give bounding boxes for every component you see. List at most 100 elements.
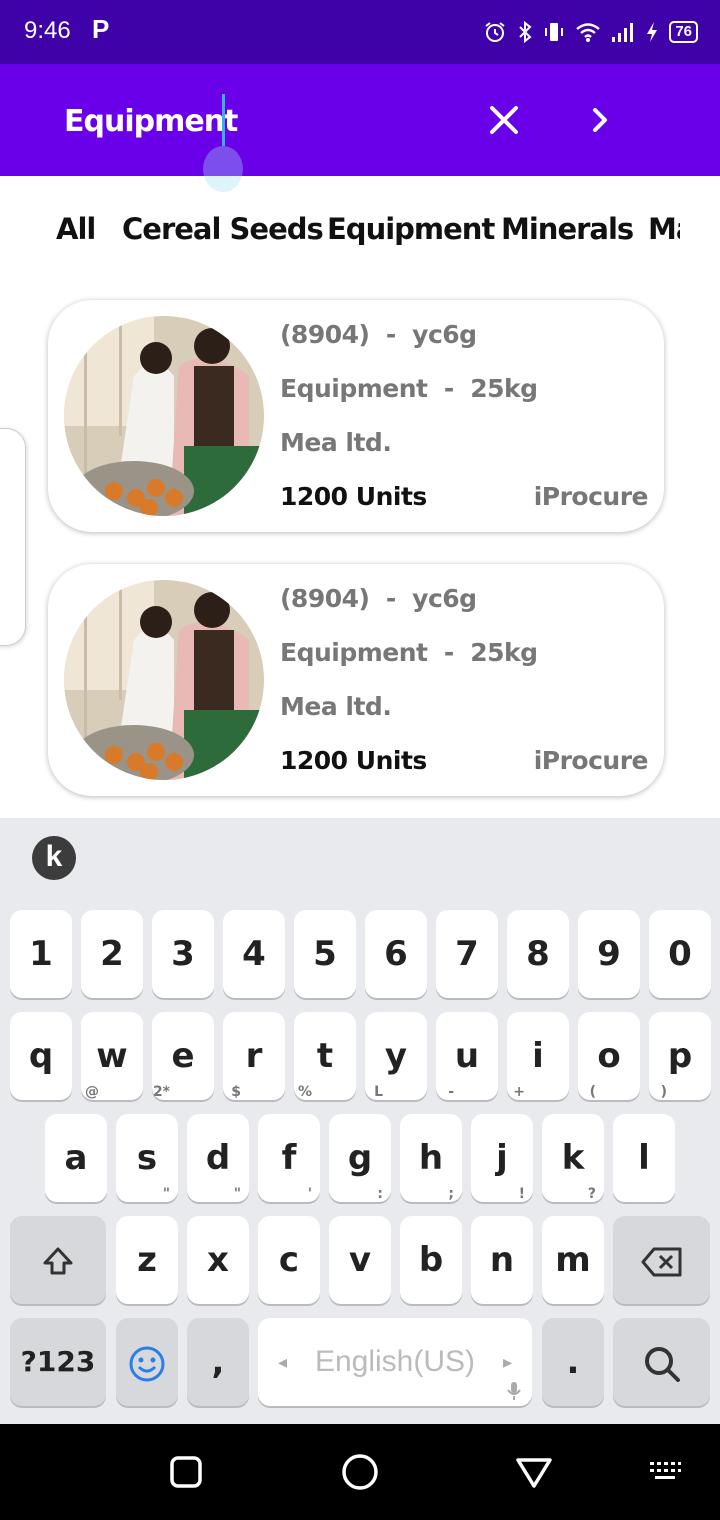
bluetooth-icon <box>519 20 532 44</box>
close-icon[interactable] <box>482 98 526 142</box>
period-key[interactable]: . <box>542 1318 604 1406</box>
product-code: (8904) <box>280 320 370 349</box>
space-label: English(US) <box>314 1345 476 1378</box>
emoji-icon <box>129 1346 165 1381</box>
key-label: a <box>64 1138 88 1178</box>
product-card[interactable]: (8904) - yc6g Equipment - 25kg Mea ltd. … <box>48 300 664 532</box>
key-label: b <box>418 1240 444 1280</box>
key-hint: L <box>374 1084 383 1100</box>
product-company: Mea ltd. <box>280 692 392 721</box>
key-8[interactable]: 8 <box>507 910 569 998</box>
key-label: s <box>136 1138 158 1178</box>
separator: - <box>443 374 454 403</box>
key-label: k <box>561 1138 585 1178</box>
key-label: l <box>638 1138 650 1178</box>
charging-icon <box>647 22 658 42</box>
key-hint: @ <box>85 1084 99 1100</box>
emoji-key[interactable] <box>116 1318 178 1406</box>
status-bar: 9:46 P 76 <box>0 0 720 64</box>
product-source: iProcure <box>533 746 649 775</box>
product-company: Mea ltd. <box>280 428 392 457</box>
key-9[interactable]: 9 <box>578 910 640 998</box>
tab-minerals[interactable]: Minerals <box>501 212 634 246</box>
product-category-line: Equipment - 25kg <box>280 374 538 403</box>
key-a[interactable]: a @ <box>45 1084 107 1202</box>
key-l[interactable]: l) <box>613 1084 675 1202</box>
keyboard-switch-icon[interactable] <box>648 1460 682 1484</box>
key-label: n <box>489 1240 515 1280</box>
symbols-key[interactable]: ?123 <box>10 1318 106 1406</box>
key-label: j <box>496 1138 508 1178</box>
search-key[interactable] <box>613 1318 710 1406</box>
key-5[interactable]: 5 <box>294 910 356 998</box>
key-label: v <box>348 1240 372 1280</box>
key-c[interactable]: c ' <box>258 1186 320 1304</box>
key-6[interactable]: 6 <box>365 910 427 998</box>
key-z[interactable]: z " <box>116 1186 178 1304</box>
key-p[interactable]: p <box>649 1012 711 1100</box>
product-source: iProcure <box>533 482 649 511</box>
key-q[interactable]: q <box>10 1012 72 1100</box>
key-2[interactable]: 2 <box>81 910 143 998</box>
space-left-arrow-icon: ◂ <box>278 1352 288 1372</box>
space-key[interactable]: ◂ English(US) ▸ <box>258 1318 532 1406</box>
key-m[interactable]: m? <box>542 1186 604 1304</box>
key-label: h <box>418 1138 444 1178</box>
key-label: g <box>347 1138 373 1178</box>
product-units: 1200 Units <box>280 746 427 775</box>
key-hint: % <box>297 1084 312 1100</box>
product-category: Equipment <box>280 374 428 403</box>
comma-key[interactable]: , <box>187 1318 249 1406</box>
key-hint: + <box>513 1084 525 1100</box>
screen: 9:46 P 76 All Cereal Seeds Equipment Min… <box>0 0 720 1520</box>
key-hint: - <box>448 1084 454 1100</box>
key-hint: 2* <box>152 1084 170 1100</box>
back-icon[interactable] <box>515 1456 553 1490</box>
key-v[interactable]: v: <box>329 1186 391 1304</box>
product-code: (8904) <box>280 584 370 613</box>
product-category-line: Equipment - 25kg <box>280 638 538 667</box>
shift-key[interactable] <box>10 1216 106 1304</box>
status-time: 9:46 <box>24 17 71 44</box>
signal-icon <box>612 23 634 42</box>
soft-keyboard: k 1 2 3 4 5 6 7 8 9 0 q w e r t y u i o … <box>0 818 720 1424</box>
category-tabs: All Cereal Seeds Equipment Minerals Ma <box>0 176 720 286</box>
product-sku: yc6g <box>412 584 477 613</box>
key-u[interactable]: u <box>436 1012 498 1100</box>
app-notification-badge: P <box>92 14 110 44</box>
vibrate-icon <box>545 23 564 41</box>
key-n[interactable]: n! <box>471 1186 533 1304</box>
key-label: c <box>278 1240 300 1280</box>
backspace-key[interactable] <box>613 1216 710 1304</box>
recents-icon[interactable] <box>169 1455 203 1489</box>
search-input[interactable] <box>64 98 444 144</box>
text-cursor <box>222 94 225 146</box>
home-icon[interactable] <box>341 1453 379 1491</box>
key-7[interactable]: 7 <box>436 910 498 998</box>
mic-icon <box>507 1382 521 1400</box>
chevron-right-icon[interactable] <box>580 100 620 140</box>
key-o[interactable]: o <box>578 1012 640 1100</box>
key-x[interactable]: x " <box>187 1186 249 1304</box>
shift-icon <box>43 1247 73 1274</box>
status-icons: 76 <box>483 18 698 46</box>
key-hint: " <box>162 1186 170 1202</box>
tab-equipment[interactable]: Equipment <box>327 212 495 246</box>
separator: - <box>385 584 396 613</box>
tab-cereal-seeds[interactable]: Cereal Seeds <box>122 212 324 246</box>
key-0[interactable]: 0 <box>649 910 711 998</box>
key-4[interactable]: 4 <box>223 910 285 998</box>
tab-all[interactable]: All <box>56 212 96 246</box>
product-card[interactable]: (8904) - yc6g Equipment - 25kg Mea ltd. … <box>48 564 664 796</box>
side-drawer-handle[interactable] <box>0 428 26 646</box>
tab-more[interactable]: Ma <box>648 212 680 246</box>
key-3[interactable]: 3 <box>152 910 214 998</box>
key-b[interactable]: b; <box>400 1186 462 1304</box>
navigation-bar <box>0 1424 720 1520</box>
key-label: f <box>281 1138 297 1178</box>
separator: - <box>443 638 454 667</box>
backspace-icon <box>641 1247 681 1276</box>
key-1[interactable]: 1 <box>10 910 72 998</box>
keyboard-logo-icon[interactable]: k <box>32 836 76 880</box>
product-photo <box>64 316 264 516</box>
